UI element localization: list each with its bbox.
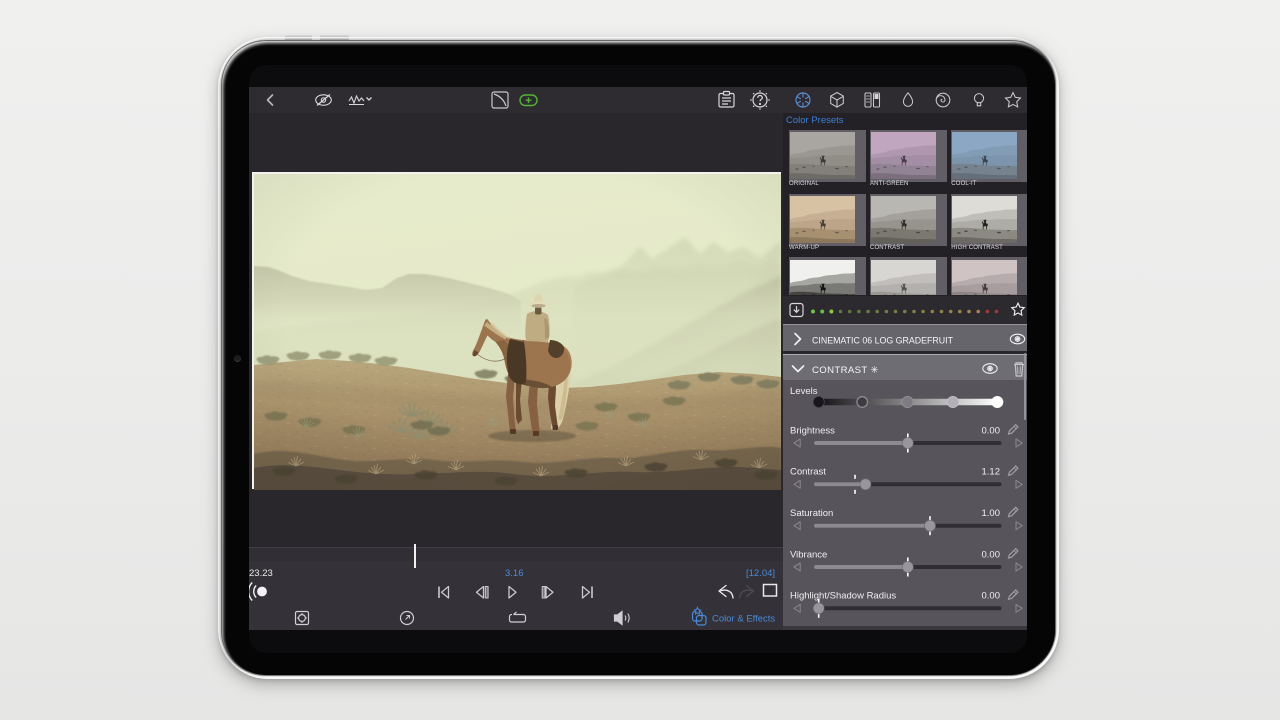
svg-text:CONTRAST ✳: CONTRAST ✳ bbox=[812, 365, 879, 376]
svg-text:Contrast: Contrast bbox=[790, 466, 826, 477]
svg-text:Brightness: Brightness bbox=[790, 425, 835, 436]
svg-text:0.00: 0.00 bbox=[982, 549, 1001, 560]
svg-text:Highlight/Shadow Radius: Highlight/Shadow Radius bbox=[790, 590, 896, 601]
svg-text:1.12: 1.12 bbox=[982, 466, 1001, 477]
svg-text:Vibrance: Vibrance bbox=[790, 549, 827, 560]
svg-text:Levels: Levels bbox=[790, 386, 818, 397]
svg-text:0.00: 0.00 bbox=[982, 590, 1001, 601]
svg-text:1.00: 1.00 bbox=[982, 508, 1001, 519]
svg-text:CINEMATIC 06 LOG GRADEFRUIT: CINEMATIC 06 LOG GRADEFRUIT bbox=[812, 334, 953, 345]
svg-text:Saturation: Saturation bbox=[790, 508, 833, 519]
svg-text:0.00: 0.00 bbox=[982, 425, 1001, 436]
